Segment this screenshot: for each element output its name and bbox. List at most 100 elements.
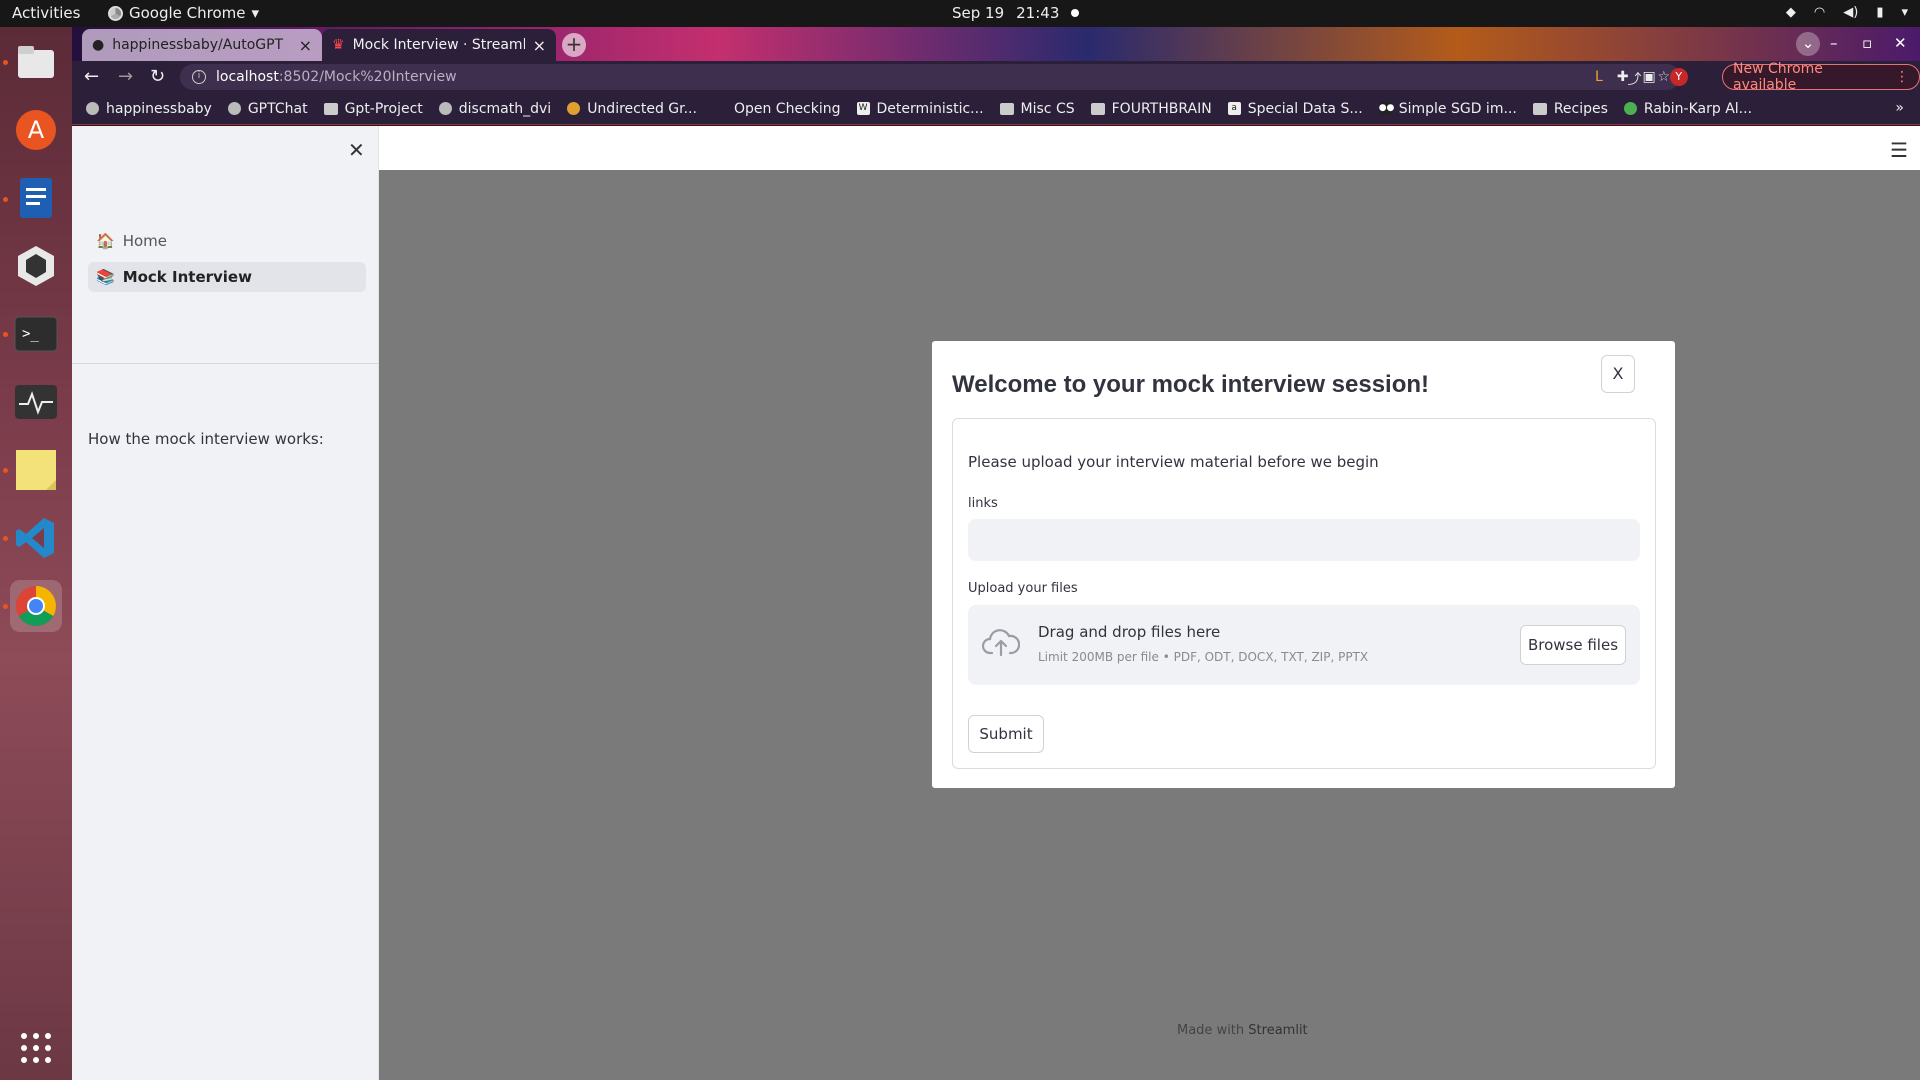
dropzone-limit: Limit 200MB per file • PDF, ODT, DOCX, T… [1038,650,1369,664]
bookmark-label: Misc CS [1020,100,1075,117]
address-bar[interactable]: i localhost:8502/Mock%20Interview [180,64,1680,90]
links-input[interactable] [968,519,1640,561]
folder-icon [1090,102,1105,115]
clock[interactable]: Sep 19 21:43 [952,4,1080,22]
github-icon: ● [92,37,105,53]
software-icon[interactable]: A [10,104,62,156]
running-indicator [3,468,8,473]
amazon-icon: a [1227,102,1241,115]
sidebar-divider [72,363,379,364]
modal-close-button[interactable]: X [1601,355,1635,393]
site-info-icon[interactable]: i [192,70,206,84]
bookmark-label: Undirected Gr... [587,100,697,117]
openai-icon [227,102,241,115]
system-top-bar: Activities Google Chrome ▾ Sep 19 21:43 … [0,0,1920,27]
folder-icon [323,102,338,115]
dropzone-title: Drag and drop files here [1038,623,1221,641]
tab-search-icon[interactable]: ⌄ [1796,32,1820,56]
sidebar-item-label: Mock Interview [122,268,252,286]
chrome-icon [108,5,123,21]
streamlit-link[interactable]: Streamlit [1248,1023,1307,1038]
close-sidebar-icon[interactable]: ✕ [348,138,365,162]
back-icon[interactable]: ← [84,66,99,87]
url-host: localhost [216,69,279,85]
folder-icon [999,102,1014,115]
profile-avatar[interactable]: Y [1669,68,1688,86]
bank-icon [713,103,727,115]
side-panel-icon[interactable]: ▣ [1643,69,1656,85]
notification-dot-icon [1071,9,1080,17]
writer-icon[interactable] [10,172,62,224]
bookmark-item[interactable]: Open Checking [713,101,841,117]
books-icon: 📚 [96,268,115,286]
notes-icon[interactable] [10,444,62,496]
new-tab-button[interactable]: + [562,33,586,57]
running-indicator [3,604,8,609]
cloud-upload-icon [982,629,1020,657]
bookmark-label: Deterministic... [876,100,984,117]
file-dropzone[interactable]: Drag and drop files here Limit 200MB per… [968,605,1640,685]
close-icon[interactable]: × [533,36,546,55]
house-icon: 🏠 [96,232,115,250]
unity-icon[interactable] [10,240,62,292]
bookmark-item[interactable]: Rabin-Karp Al... [1623,101,1752,117]
sidebar-item-home[interactable]: 🏠 Home [88,226,366,256]
system-tray[interactable]: ◆ ◠ ◀) ▮ ▾ [1786,5,1908,20]
bookmark-item[interactable]: GPTChat [227,101,308,117]
files-icon[interactable] [10,36,62,88]
sidebar-nav: 🏠 Home 📚 Mock Interview [88,226,366,298]
upload-label: Upload your files [968,581,1078,596]
bookmark-folder[interactable]: Gpt-Project [323,101,423,117]
minimize-icon[interactable]: – [1830,34,1838,52]
running-indicator [3,197,8,202]
apps-grid-icon[interactable] [10,1022,62,1074]
tab-title: happinessbaby/AutoGPT [112,37,284,53]
bookmark-label: FOURTHBRAIN [1111,100,1212,117]
globe-icon [438,102,452,115]
power-menu-icon: ▾ [1901,5,1908,20]
browse-files-button[interactable]: Browse files [1520,625,1626,665]
battery-icon: ▮ [1876,5,1884,20]
bookmark-folder[interactable]: FOURTHBRAIN [1090,100,1212,117]
running-indicator [3,60,8,65]
tab-autogpt[interactable]: ● happinessbaby/AutoGPT × [82,29,322,61]
activities-button[interactable]: Activities [12,4,80,22]
extensions-area: L ✚ ▣ Y [1595,68,1688,86]
vscode-icon[interactable] [10,512,62,564]
svg-text:>_: >_ [22,326,39,342]
bookmark-item[interactable]: happinessbaby [86,101,212,117]
chrome-icon[interactable] [10,580,62,632]
chevron-down-icon: ▾ [251,4,260,22]
bookmark-folder[interactable]: Recipes [1532,100,1608,117]
forward-icon[interactable]: → [118,66,133,87]
bookmark-folder[interactable]: Misc CS [999,100,1075,117]
bookmark-item[interactable]: Undirected Gr... [567,101,697,117]
close-icon[interactable]: × [299,36,312,55]
submit-button[interactable]: Submit [968,715,1044,753]
bookmark-item[interactable]: a Special Data S... [1227,100,1363,117]
maximize-icon[interactable]: ▫ [1862,34,1872,52]
modal-title: Welcome to your mock interview session! [952,371,1430,398]
update-chrome-button[interactable]: New Chrome available ⋮ [1722,61,1920,93]
bookmark-label: Recipes [1553,100,1608,117]
hamburger-menu-icon[interactable]: ☰ [1890,138,1908,162]
window-close-icon[interactable]: ✕ [1894,34,1907,52]
app-menu[interactable]: Google Chrome ▾ [108,4,259,22]
page-viewport: ✕ 🏠 Home 📚 Mock Interview How the mock i… [72,126,1920,1080]
tab-mock-interview[interactable]: ♛ Mock Interview · Streamlit × [322,29,556,61]
sidebar-item-mock-interview[interactable]: 📚 Mock Interview [88,262,366,292]
more-bookmarks-icon[interactable]: » [1895,100,1904,116]
puzzle-icon[interactable]: ✚ [1617,69,1629,85]
dock: A >_ [0,27,72,1080]
bookmark-item[interactable]: ●● Simple SGD im... [1378,101,1517,117]
streamlit-icon: ♛ [332,37,345,53]
bookmark-label: Special Data S... [1247,100,1363,117]
bookmark-item[interactable]: discmath_dvi [438,101,551,117]
reload-icon[interactable]: ↻ [150,66,165,87]
extension-icon[interactable]: L [1595,69,1603,85]
sidebar-item-label: Home [122,232,167,250]
terminal-icon[interactable]: >_ [10,308,62,360]
modal-backdrop[interactable]: Made with Streamlit Welcome to your mock… [379,170,1920,1080]
bookmark-item[interactable]: W Deterministic... [856,100,984,117]
monitor-icon[interactable] [10,376,62,428]
